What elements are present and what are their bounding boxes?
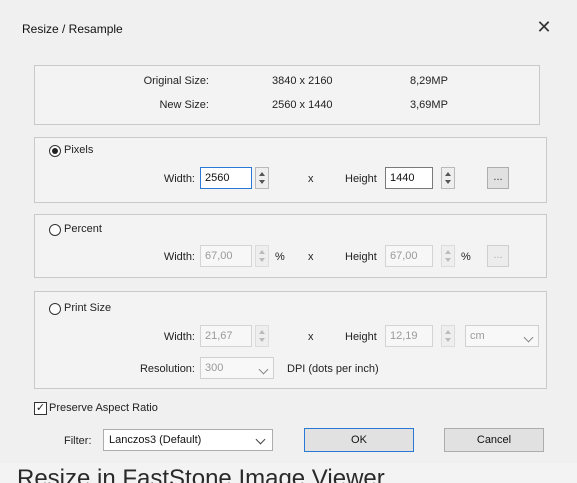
filter-label: Filter: (64, 435, 92, 447)
pixels-x-label: x (308, 173, 314, 185)
close-icon[interactable]: ✕ (535, 18, 553, 36)
resolution-value: 300 (205, 362, 224, 374)
filter-select[interactable]: Lanczos3 (Default) (103, 429, 273, 451)
print-size-group: Print Size Width: 21,67 x Height 12,19 c… (34, 291, 547, 389)
original-size-label: Original Size: (143, 75, 209, 87)
ok-button[interactable]: OK (304, 428, 414, 452)
filter-value: Lanczos3 (Default) (109, 434, 202, 446)
pixels-height-input[interactable]: 1440 (385, 167, 433, 189)
chevron-down-icon (258, 364, 269, 375)
original-size-dims: 3840 x 2160 (272, 75, 333, 87)
chevron-down-icon (255, 434, 266, 445)
page-caption: Resize in FastStone Image Viewer (17, 465, 385, 483)
pixels-width-input[interactable]: 2560 (200, 167, 252, 189)
percent-label: Percent (64, 223, 102, 235)
resolution-label: Resolution: (139, 363, 195, 375)
resize-dialog: Resize / Resample ✕ Original Size: 3840 … (0, 0, 577, 463)
new-size-label: New Size: (159, 99, 209, 111)
new-size-mp: 3,69MP (410, 99, 448, 111)
percent-radio[interactable] (49, 224, 61, 236)
pixels-radio[interactable] (49, 145, 61, 157)
cancel-button[interactable]: Cancel (444, 428, 544, 452)
percent-height-spinner[interactable] (441, 245, 455, 267)
size-info-panel: Original Size: 3840 x 2160 8,29MP New Si… (34, 65, 540, 125)
print-size-label: Print Size (64, 302, 112, 314)
pixels-height-label: Height (345, 173, 377, 185)
percent-width-spinner[interactable] (255, 245, 269, 267)
resolution-select[interactable]: 300 (200, 357, 274, 379)
original-size-mp: 8,29MP (410, 75, 448, 87)
pixels-width-spinner[interactable] (255, 167, 269, 189)
percent-width-input[interactable]: 67,00 (200, 245, 252, 267)
dpi-label: DPI (dots per inch) (287, 363, 379, 375)
preserve-aspect-checkbox[interactable]: ✓ (34, 402, 47, 415)
percent-width-label: Width: (163, 251, 195, 263)
print-width-input[interactable]: 21,67 (200, 325, 252, 347)
chevron-down-icon (523, 332, 534, 343)
print-height-input[interactable]: 12,19 (385, 325, 433, 347)
print-width-label: Width: (163, 331, 195, 343)
pixels-more-button[interactable]: ... (487, 167, 509, 189)
pixels-height-spinner[interactable] (441, 167, 455, 189)
percent-x-label: x (308, 251, 314, 263)
dialog-title: Resize / Resample (22, 22, 123, 36)
preserve-aspect-label: Preserve Aspect Ratio (49, 402, 158, 414)
print-height-spinner[interactable] (441, 325, 455, 347)
percent-height-input[interactable]: 67,00 (385, 245, 433, 267)
percent-height-unit: % (461, 251, 471, 263)
print-x-label: x (308, 331, 314, 343)
percent-group: Percent Width: 67,00 % x Height 67,00 % … (34, 214, 547, 278)
print-height-label: Height (345, 331, 377, 343)
print-unit-select[interactable]: cm (465, 325, 539, 347)
percent-more-button[interactable]: ... (487, 245, 509, 267)
print-size-radio[interactable] (49, 303, 61, 315)
pixels-width-label: Width: (163, 173, 195, 185)
print-unit-value: cm (470, 330, 485, 342)
new-size-dims: 2560 x 1440 (272, 99, 333, 111)
print-width-spinner[interactable] (255, 325, 269, 347)
pixels-label: Pixels (64, 144, 94, 156)
percent-width-unit: % (275, 251, 285, 263)
pixels-group: Pixels Width: 2560 x Height 1440 ... (34, 137, 547, 203)
percent-height-label: Height (345, 251, 377, 263)
